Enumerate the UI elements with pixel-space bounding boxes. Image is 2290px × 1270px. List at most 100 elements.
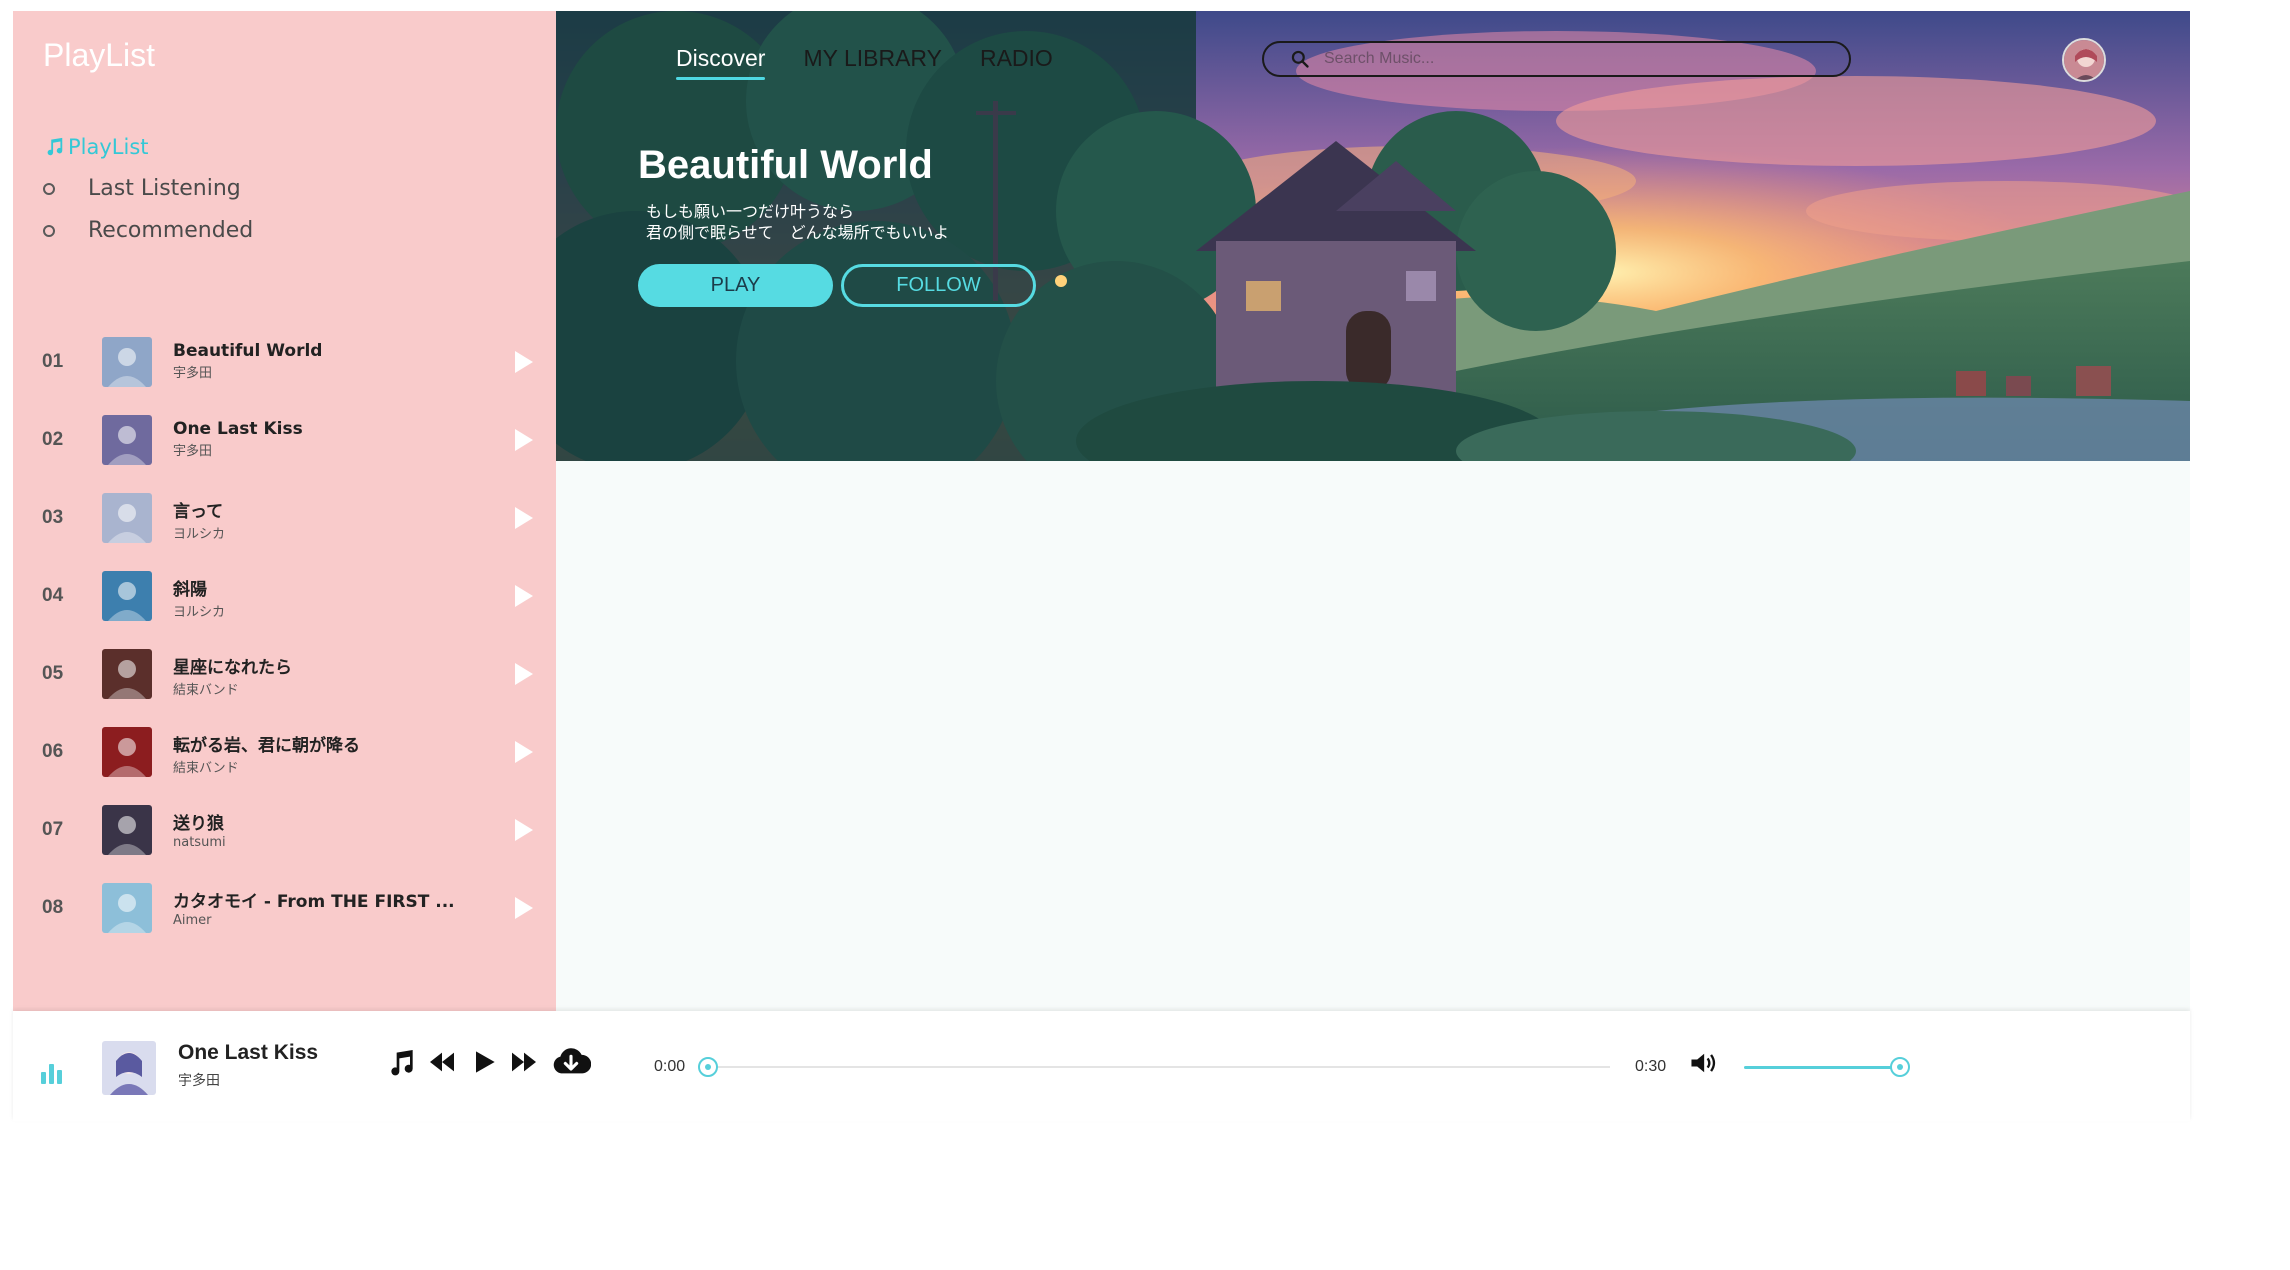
follow-button[interactable]: FOLLOW (841, 264, 1036, 307)
track-number: 07 (42, 819, 64, 840)
track-title: 送り狼 (173, 814, 224, 834)
search-icon (1291, 50, 1309, 68)
track-row[interactable]: 08 カタオモイ - From THE FIRST ... Aimer (13, 869, 556, 947)
equalizer-icon[interactable] (41, 1064, 62, 1084)
track-title: 言って (173, 502, 224, 522)
track-cover[interactable] (102, 805, 152, 855)
track-number: 04 (42, 585, 64, 606)
top-nav: Discover MY LIBRARY RADIO (676, 45, 1053, 80)
track-title: 転がる岩、君に朝が降る (173, 736, 360, 756)
track-row[interactable]: 01 Beautiful World 宇多田 (13, 323, 556, 401)
volume-slider[interactable] (1744, 1066, 1900, 1069)
tab-my-library[interactable]: MY LIBRARY (803, 45, 941, 78)
current-time: 0:00 (654, 1058, 686, 1075)
bullet-icon (43, 182, 55, 195)
track-row[interactable]: 05 星座になれたら結束バンド (13, 635, 556, 713)
app-window: PlayList PlayList Last Listening Recomme… (13, 11, 2190, 1011)
track-info: 斜陽 ヨルシカ (173, 575, 225, 620)
track-title: 星座になれたら (173, 658, 292, 678)
track-cover[interactable] (102, 337, 152, 387)
play-button[interactable]: PLAY (638, 264, 833, 307)
track-artist: natsumi (173, 835, 226, 850)
track-number: 06 (42, 741, 64, 762)
volume-icon[interactable] (1688, 1049, 1718, 1077)
play-icon[interactable] (515, 897, 533, 919)
progress-bar[interactable] (708, 1066, 1610, 1068)
search-input[interactable]: Search Music... (1262, 41, 1851, 77)
avatar[interactable] (2062, 38, 2106, 82)
play-icon[interactable] (515, 507, 533, 529)
search-placeholder: Search Music... (1324, 50, 1435, 67)
volume-knob[interactable] (1890, 1057, 1910, 1077)
bullet-icon (43, 224, 55, 237)
track-info: 送り狼 natsumi (173, 809, 226, 850)
track-row[interactable]: 07 送り狼 natsumi (13, 791, 556, 869)
track-info: カタオモイ - From THE FIRST ... Aimer (173, 887, 455, 928)
sidebar-item-label: Last Listening (88, 176, 241, 201)
track-info: 星座になれたら結束バンド (173, 653, 292, 698)
now-playing-artist: 宇多田 (178, 1073, 220, 1089)
play-icon[interactable] (468, 1046, 500, 1078)
track-row[interactable]: 03 言ってヨルシカ (13, 479, 556, 557)
track-row[interactable]: 04 斜陽ヨルシカ (13, 557, 556, 635)
track-title: 斜陽 (173, 580, 207, 600)
track-cover[interactable] (102, 493, 152, 543)
track-number: 02 (42, 429, 64, 450)
track-artist: ヨルシカ (173, 527, 226, 542)
track-title: カタオモイ - From THE FIRST ... (173, 892, 455, 912)
track-cover[interactable] (102, 571, 152, 621)
music-note-icon[interactable] (386, 1046, 418, 1078)
sidebar-item-label: Recommended (88, 218, 254, 243)
sidebar-heading-label: PlayList (68, 135, 149, 159)
track-artist: 結束バンド (173, 761, 239, 776)
track-number: 01 (42, 351, 64, 372)
tab-discover[interactable]: Discover (676, 45, 766, 80)
play-icon[interactable] (515, 351, 533, 373)
track-artist: ヨルシカ (173, 605, 226, 620)
track-cover[interactable] (102, 649, 152, 699)
track-artist: 結束バンド (173, 683, 239, 698)
hero-lyric-line: 君の側で眠らせて どんな場所でもいいよ (646, 223, 950, 242)
track-title: One Last Kiss (173, 419, 303, 439)
fast-forward-icon[interactable] (508, 1046, 540, 1078)
progress-knob[interactable] (698, 1057, 718, 1077)
now-playing-title: One Last Kiss (178, 1041, 319, 1064)
track-artist: Aimer (173, 913, 212, 928)
track-number: 08 (42, 897, 64, 918)
track-row[interactable]: 02 One Last Kiss 宇多田 (13, 401, 556, 479)
music-note-icon (47, 137, 63, 156)
play-icon[interactable] (515, 429, 533, 451)
track-info: 転がる岩、君に朝が降る結束バンド (173, 731, 360, 776)
brand-logo[interactable]: PlayList (43, 37, 155, 74)
now-playing-cover[interactable] (102, 1041, 156, 1095)
track-info: Beautiful World 宇多田 (173, 341, 322, 381)
hero-banner: Discover MY LIBRARY RADIO Search Music..… (556, 11, 2190, 461)
track-info: 言って ヨルシカ (173, 497, 225, 542)
sidebar: PlayList PlayList Last Listening Recomme… (13, 11, 556, 1011)
main-content: Discover MY LIBRARY RADIO Search Music..… (556, 11, 2190, 1011)
hero-title: Beautiful World (638, 143, 933, 187)
play-icon[interactable] (515, 741, 533, 763)
sidebar-item-recommended[interactable]: Recommended (43, 218, 253, 243)
track-title: Beautiful World (173, 341, 323, 361)
track-info: One Last Kiss 宇多田 (173, 419, 303, 459)
total-time: 0:30 (1635, 1058, 1667, 1075)
player-bar: One Last Kiss 宇多田 0:00 0:30 (13, 1011, 2190, 1121)
cloud-download-icon[interactable] (551, 1045, 591, 1079)
track-artist: 宇多田 (173, 366, 213, 381)
track-list: 01 Beautiful World 宇多田 02 One Last Kiss 宇多田 03… (13, 323, 556, 947)
tab-radio[interactable]: RADIO (980, 45, 1053, 78)
track-cover[interactable] (102, 883, 152, 933)
track-number: 03 (42, 507, 64, 528)
track-artist: 宇多田 (173, 444, 213, 459)
sidebar-item-last-listening[interactable]: Last Listening (43, 176, 241, 201)
rewind-icon[interactable] (426, 1046, 458, 1078)
sidebar-heading[interactable]: PlayList (43, 135, 149, 159)
track-number: 05 (42, 663, 64, 684)
play-icon[interactable] (515, 819, 533, 841)
track-cover[interactable] (102, 415, 152, 465)
play-icon[interactable] (515, 585, 533, 607)
play-icon[interactable] (515, 663, 533, 685)
track-row[interactable]: 06 転がる岩、君に朝が降る結束バンド (13, 713, 556, 791)
track-cover[interactable] (102, 727, 152, 777)
